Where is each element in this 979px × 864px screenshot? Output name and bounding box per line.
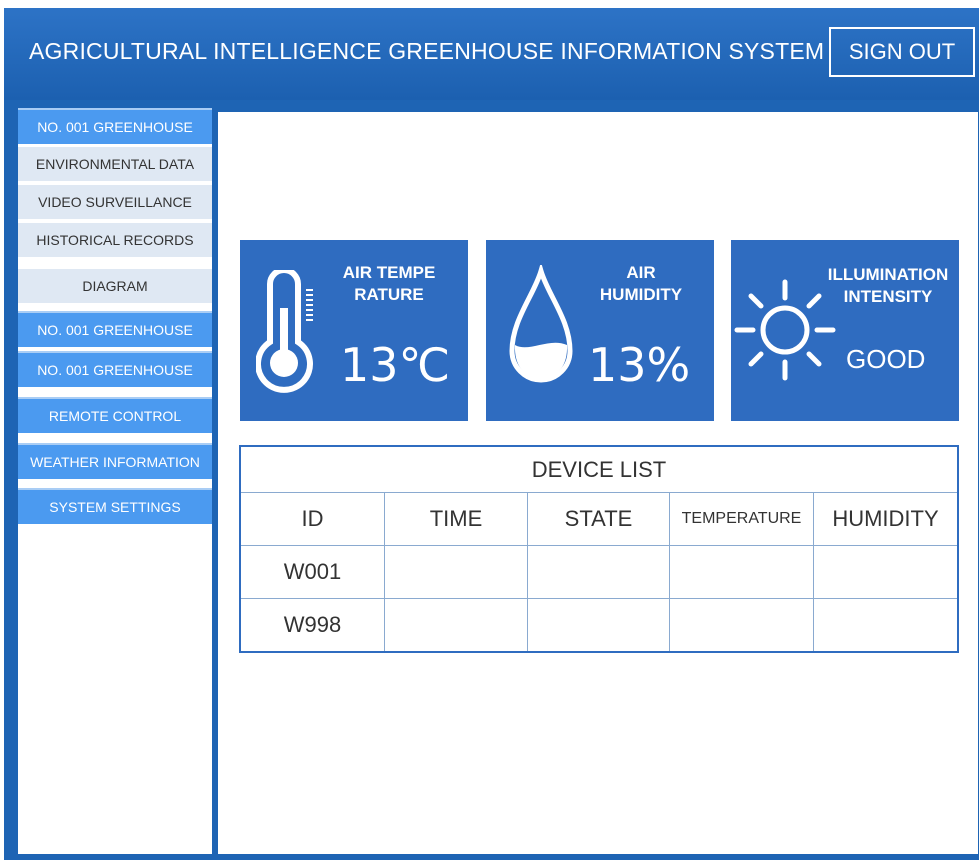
column-header-id: ID: [241, 493, 385, 545]
state-cell: [528, 546, 670, 598]
column-header-state: STATE: [528, 493, 670, 545]
air-temperature-value: 13℃: [340, 338, 451, 392]
sun-icon: [734, 279, 836, 381]
thermometer-icon: [256, 270, 313, 393]
device-list-table: DEVICE LIST ID TIME STATE TEMPERATURE HU…: [239, 445, 959, 653]
header-bar: AGRICULTURAL INTELLIGENCE GREENHOUSE INF…: [4, 8, 979, 100]
illumination-intensity-value: GOOD: [846, 344, 926, 374]
humidity-cell: [814, 599, 957, 651]
app-frame: AGRICULTURAL INTELLIGENCE GREENHOUSE INF…: [4, 8, 979, 860]
column-header-humidity: HUMIDITY: [832, 506, 939, 531]
state-cell: [528, 599, 670, 651]
app-window: AGRICULTURAL INTELLIGENCE GREENHOUSE INF…: [0, 0, 979, 864]
sign-out-button[interactable]: SIGN OUT: [829, 27, 975, 77]
device-list-title: DEVICE LIST: [241, 447, 957, 493]
air-humidity-value: 13%: [588, 338, 691, 392]
sidebar: NO. 001 GREENHOUSE ENVIRONMENTAL DATA VI…: [18, 108, 212, 854]
device-id-cell: W001: [241, 546, 385, 598]
column-header-time: TIME: [385, 493, 528, 545]
sidebar-item-system-settings[interactable]: SYSTEM SETTINGS: [18, 488, 212, 524]
column-header-temperature: TEMPERATURE: [670, 493, 814, 545]
sidebar-item-remote-control[interactable]: REMOTE CONTROL: [18, 397, 212, 433]
sidebar-item-video-surveillance[interactable]: VIDEO SURVEILLANCE: [18, 183, 212, 219]
air-humidity-label: AIR HUMIDITY: [599, 263, 683, 304]
sidebar-item-weather-information[interactable]: WEATHER INFORMATION: [18, 443, 212, 479]
illumination-intensity-card: ILLUMINATION INTENSITY GOOD: [731, 240, 959, 421]
sidebar-item-greenhouse-001-b[interactable]: NO. 001 GREENHOUSE: [18, 311, 212, 347]
sidebar-item-historical-records[interactable]: HISTORICAL RECORDS: [18, 221, 212, 257]
illumination-intensity-label: ILLUMINATION INTENSITY: [827, 265, 949, 306]
temperature-cell: [670, 546, 814, 598]
sidebar-item-environmental-data[interactable]: ENVIRONMENTAL DATA: [18, 145, 212, 181]
temperature-cell: [670, 599, 814, 651]
time-cell: [385, 599, 528, 651]
air-humidity-card: AIR HUMIDITY 13%: [486, 240, 714, 421]
sidebar-item-greenhouse-001[interactable]: NO. 001 GREENHOUSE: [18, 108, 212, 144]
water-drop-icon: [509, 265, 573, 383]
sidebar-item-greenhouse-001-c[interactable]: NO. 001 GREENHOUSE: [18, 351, 212, 387]
device-id-cell: W998: [241, 599, 385, 651]
air-temperature-label: AIR TEMPE RATURE: [342, 263, 436, 304]
app-title: AGRICULTURAL INTELLIGENCE GREENHOUSE INF…: [29, 38, 825, 64]
main-panel: AIR TEMPE RATURE 13℃ AIR HUMIDITY 13% IL…: [218, 112, 978, 854]
table-header-row: ID TIME STATE TEMPERATURE HUMIDITY: [241, 493, 957, 546]
air-temperature-card: AIR TEMPE RATURE 13℃: [240, 240, 468, 421]
table-row[interactable]: W998: [241, 599, 957, 651]
time-cell: [385, 546, 528, 598]
sidebar-item-diagram[interactable]: DIAGRAM: [18, 267, 212, 303]
humidity-cell: [814, 546, 957, 598]
table-row[interactable]: W001: [241, 546, 957, 599]
